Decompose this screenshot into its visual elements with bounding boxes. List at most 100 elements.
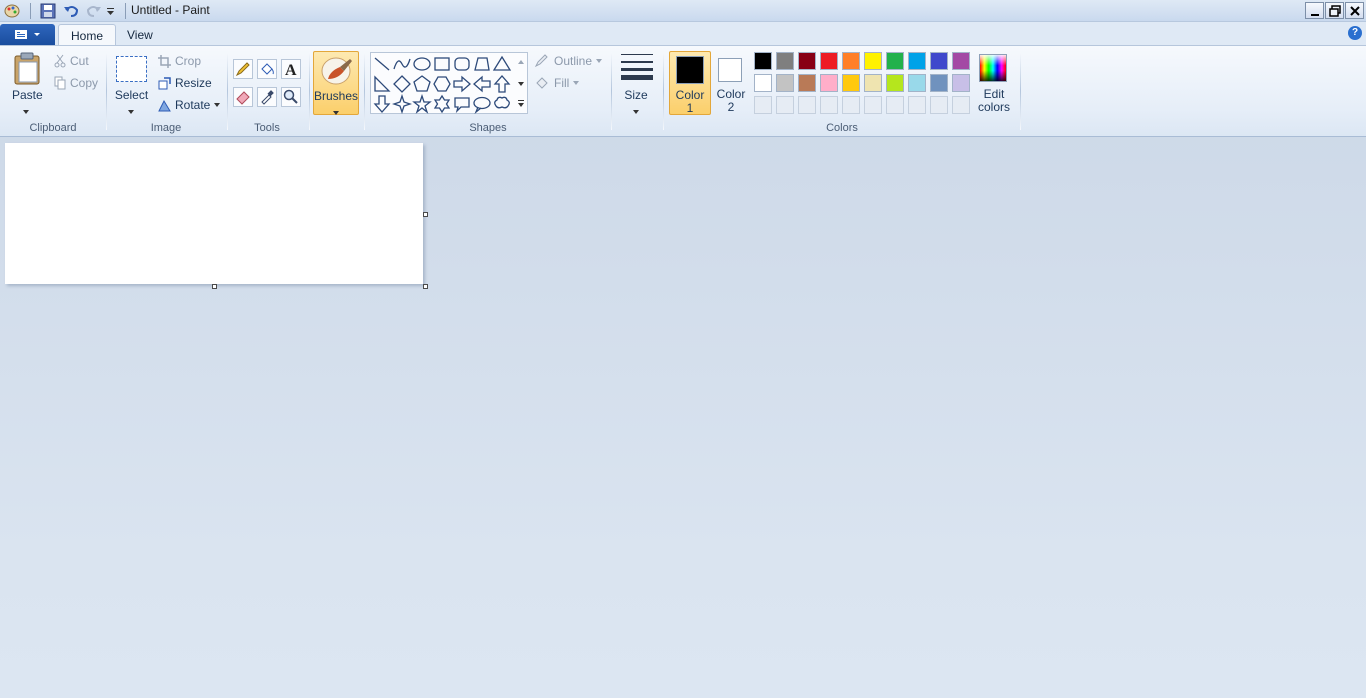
color2-label-line2: 2 [727, 100, 735, 114]
help-icon[interactable]: ? [1348, 26, 1362, 40]
palette-swatch-empty[interactable] [798, 96, 816, 114]
color1-button[interactable]: Color 1 [669, 51, 711, 115]
triangle-shape-icon[interactable] [492, 54, 512, 74]
redo-icon[interactable] [85, 2, 103, 20]
shapes-more-icon[interactable] [516, 95, 526, 114]
paint-app-icon[interactable] [3, 2, 21, 20]
polygon-shape-icon[interactable] [472, 54, 492, 74]
palette-swatch[interactable] [930, 52, 948, 70]
text-tool[interactable]: A [281, 59, 301, 79]
color2-button[interactable]: Color 2 [714, 51, 750, 115]
minimize-button[interactable] [1305, 2, 1324, 19]
down-arrow-shape-icon[interactable] [372, 94, 392, 114]
palette-swatch[interactable] [754, 52, 772, 70]
palette-swatch[interactable] [842, 74, 860, 92]
palette-swatch-empty[interactable] [842, 96, 860, 114]
color-picker-tool[interactable] [257, 87, 277, 107]
line-shape-icon[interactable] [372, 54, 392, 74]
resize-handle-right[interactable] [423, 212, 428, 217]
brushes-button[interactable]: Brushes [313, 51, 359, 115]
palette-swatch[interactable] [908, 52, 926, 70]
restore-button[interactable] [1325, 2, 1344, 19]
palette-swatch-empty[interactable] [864, 96, 882, 114]
pentagon-shape-icon[interactable] [412, 74, 432, 94]
copy-button[interactable]: Copy [54, 74, 98, 92]
edit-colors-button[interactable]: Edit colors [976, 52, 1012, 116]
palette-swatch[interactable] [864, 52, 882, 70]
palette-swatch[interactable] [886, 52, 904, 70]
curve-shape-icon[interactable] [392, 54, 412, 74]
rounded-callout-shape-icon[interactable] [452, 94, 472, 114]
size-button[interactable]: Size [616, 88, 656, 102]
palette-swatch[interactable] [864, 74, 882, 92]
group-separator [227, 52, 228, 130]
paste-dropdown-icon[interactable] [23, 104, 31, 118]
cloud-callout-shape-icon[interactable] [492, 94, 512, 114]
palette-swatch[interactable] [820, 52, 838, 70]
resize-handle-corner[interactable] [423, 284, 428, 289]
right-arrow-shape-icon[interactable] [452, 74, 472, 94]
palette-swatch-empty[interactable] [886, 96, 904, 114]
hexagon-shape-icon[interactable] [432, 74, 452, 94]
resize-handle-bottom[interactable] [212, 284, 217, 289]
five-point-star-shape-icon[interactable] [412, 93, 432, 114]
select-icon[interactable] [116, 56, 147, 82]
palette-swatch-empty[interactable] [930, 96, 948, 114]
palette-swatch-empty[interactable] [820, 96, 838, 114]
cut-button[interactable]: Cut [54, 52, 89, 70]
resize-button[interactable]: Resize [158, 74, 212, 92]
palette-swatch[interactable] [930, 74, 948, 92]
palette-swatch-empty[interactable] [754, 96, 772, 114]
size-dropdown-icon[interactable] [633, 104, 641, 118]
tab-view[interactable]: View [115, 24, 165, 46]
palette-swatch[interactable] [952, 74, 970, 92]
eraser-tool[interactable] [233, 87, 253, 107]
save-icon[interactable] [39, 2, 57, 20]
diamond-shape-icon[interactable] [392, 74, 412, 94]
pencil-tool[interactable] [233, 59, 253, 79]
title-bar: Untitled - Paint [0, 0, 1366, 22]
palette-swatch-empty[interactable] [908, 96, 926, 114]
palette-swatch[interactable] [842, 52, 860, 70]
select-button[interactable]: Select [114, 88, 149, 102]
undo-icon[interactable] [62, 2, 80, 20]
up-arrow-shape-icon[interactable] [492, 74, 512, 94]
palette-swatch[interactable] [776, 74, 794, 92]
left-arrow-shape-icon[interactable] [472, 74, 492, 94]
palette-swatch-empty[interactable] [952, 96, 970, 114]
tab-home[interactable]: Home [58, 24, 117, 46]
rounded-rectangle-shape-icon[interactable] [452, 54, 472, 74]
palette-swatch[interactable] [798, 52, 816, 70]
palette-swatch[interactable] [886, 74, 904, 92]
fill-tool[interactable] [257, 59, 277, 79]
close-button[interactable] [1345, 2, 1364, 19]
right-triangle-shape-icon[interactable] [372, 74, 392, 94]
magnifier-tool[interactable] [281, 87, 301, 107]
shapes-scroll-up-icon[interactable] [516, 55, 526, 74]
palette-swatch-empty[interactable] [776, 96, 794, 114]
palette-swatch[interactable] [776, 52, 794, 70]
edit-colors-line1: Edit [983, 87, 1005, 101]
six-point-star-shape-icon[interactable] [432, 94, 452, 114]
palette-swatch[interactable] [798, 74, 816, 92]
select-dropdown-icon[interactable] [128, 104, 136, 118]
palette-swatch[interactable] [820, 74, 838, 92]
oval-shape-icon[interactable] [412, 54, 432, 74]
palette-swatch[interactable] [908, 74, 926, 92]
rotate-button[interactable]: Rotate [158, 96, 221, 114]
rectangle-shape-icon[interactable] [432, 54, 452, 74]
palette-swatch[interactable] [754, 74, 772, 92]
oval-callout-shape-icon[interactable] [472, 94, 492, 115]
customize-qat-icon[interactable] [105, 2, 123, 20]
drawing-canvas[interactable] [5, 143, 423, 284]
crop-button[interactable]: Crop [158, 52, 201, 70]
file-menu-button[interactable] [0, 24, 55, 45]
palette-swatch[interactable] [952, 52, 970, 70]
text-icon: A [285, 62, 297, 77]
outline-button[interactable]: Outline [534, 52, 603, 70]
shapes-scroll-down-icon[interactable] [516, 75, 526, 94]
four-point-star-shape-icon[interactable] [391, 93, 413, 115]
paste-button[interactable]: Paste [12, 88, 43, 102]
paste-icon[interactable] [12, 52, 42, 89]
fill-button[interactable]: Fill [534, 74, 580, 92]
